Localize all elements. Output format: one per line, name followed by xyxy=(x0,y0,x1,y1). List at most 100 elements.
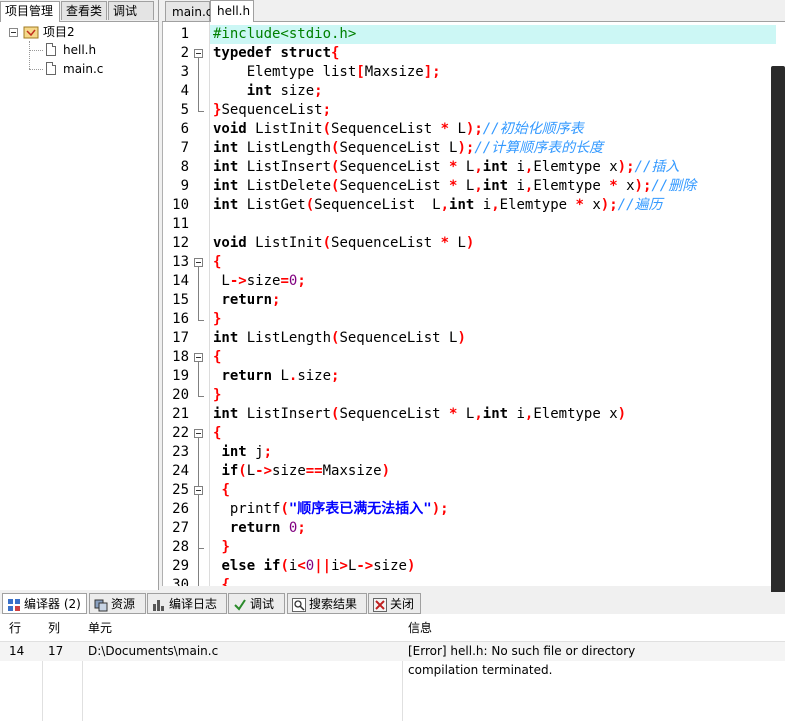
tab-project-manager[interactable]: 项目管理 xyxy=(0,1,60,22)
code-line[interactable]: int ListInsert(SequenceList * L,int i,El… xyxy=(213,158,679,177)
line-number: 11 xyxy=(172,216,189,232)
vertical-scrollbar[interactable] xyxy=(771,66,785,599)
tab-class-view[interactable]: 查看类 xyxy=(61,1,107,20)
code-token: L xyxy=(457,178,475,194)
code-line[interactable]: int ListGet(SequenceList L,int i,Elemtyp… xyxy=(213,196,663,215)
code-token: ListInit xyxy=(246,121,323,137)
code-line[interactable]: #include<stdio.h> xyxy=(213,25,356,44)
code-token: -> xyxy=(229,273,247,289)
fold-toggle-icon[interactable] xyxy=(194,258,203,267)
fold-toggle-icon[interactable] xyxy=(194,486,203,495)
col-header-unit[interactable]: 单元 xyxy=(88,614,112,642)
code-token: { xyxy=(221,577,230,586)
tab-compiler[interactable]: 编译器 (2) xyxy=(2,593,87,614)
col-header-column[interactable]: 列 xyxy=(48,614,60,642)
col-header-info[interactable]: 信息 xyxy=(408,614,432,642)
code-token: } xyxy=(213,311,222,327)
checkmark-icon xyxy=(233,598,247,612)
code-line[interactable]: { xyxy=(213,253,221,272)
code-line[interactable]: L->size=0; xyxy=(213,272,305,291)
code-token: int xyxy=(213,330,239,346)
tab-debug-left[interactable]: 调试 xyxy=(108,1,154,20)
code-token: ListInit xyxy=(246,235,323,251)
code-line[interactable]: if(L->size==Maxsize) xyxy=(213,462,390,481)
tab-hell-h[interactable]: hell.h xyxy=(210,0,254,22)
tab-close[interactable]: 关闭 xyxy=(368,593,421,614)
code-line[interactable]: int ListInsert(SequenceList * L,int i,El… xyxy=(213,405,626,424)
code-token: size xyxy=(246,273,281,289)
tree-project-label[interactable]: 项目2 xyxy=(43,23,75,41)
code-line[interactable]: void ListInit(SequenceList * L) xyxy=(213,234,474,253)
code-line[interactable]: { xyxy=(213,576,230,586)
fold-guide xyxy=(198,495,199,586)
code-token: int xyxy=(449,197,475,213)
tab-main-c[interactable]: main.c xyxy=(165,1,212,21)
bar-chart-icon xyxy=(152,598,166,612)
tree-file-hell-h[interactable]: hell.h xyxy=(63,41,96,59)
code-token: == xyxy=(305,463,323,479)
code-token: -> xyxy=(356,558,374,574)
code-line[interactable]: return 0; xyxy=(213,519,306,538)
code-token: return xyxy=(221,292,273,308)
line-number: 14 xyxy=(172,273,189,289)
code-line[interactable]: printf("顺序表已满无法插入"); xyxy=(213,500,449,519)
code-token: } xyxy=(221,539,230,555)
code-token: int xyxy=(482,178,509,194)
code-line[interactable]: int ListLength(SequenceList L);//计算顺序表的长… xyxy=(213,139,603,158)
tab-compile-log[interactable]: 编译日志 xyxy=(147,593,227,614)
line-number: 13 xyxy=(172,254,189,270)
line-number: 22 xyxy=(172,425,189,441)
code-line[interactable]: Elemtype list[Maxsize]; xyxy=(213,63,441,82)
code-line[interactable]: } xyxy=(213,386,221,405)
line-number: 12 xyxy=(172,235,189,251)
code-line[interactable]: return L.size; xyxy=(213,367,339,386)
code-line[interactable]: else if(i<0||i>L->size) xyxy=(213,557,415,576)
message-info: compilation terminated. xyxy=(408,663,553,677)
code-token: size xyxy=(373,558,407,574)
code-line[interactable]: } xyxy=(213,538,230,557)
line-number: 3 xyxy=(180,64,189,80)
message-row[interactable]: 14 17 D:\Documents\main.c [Error] hell.h… xyxy=(0,642,785,661)
code-token: SequenceList xyxy=(339,406,450,422)
code-line[interactable]: int ListLength(SequenceList L) xyxy=(213,329,466,348)
code-line[interactable]: { xyxy=(213,481,229,500)
code-token: , xyxy=(474,406,483,422)
code-token: ) xyxy=(381,463,391,479)
collapse-toggle-icon[interactable] xyxy=(9,28,18,37)
fold-toggle-icon[interactable] xyxy=(194,353,203,362)
code-token: if xyxy=(263,558,281,574)
code-line[interactable]: { xyxy=(213,348,221,367)
tree-connector xyxy=(29,41,30,69)
col-header-line[interactable]: 行 xyxy=(9,614,21,642)
code-token: ); xyxy=(617,159,635,175)
tree-file-main-c[interactable]: main.c xyxy=(63,60,103,78)
code-line[interactable]: return; xyxy=(213,291,280,310)
code-line[interactable]: int ListDelete(SequenceList * L,int i,El… xyxy=(213,177,696,196)
line-number-gutter: 1 2 3 4 5 6 7 8 9 10 11 12 13 14 15 16 17 18 19 20 21 22 23 24 2… xyxy=(163,22,210,586)
tab-debug[interactable]: 调试 xyxy=(228,593,285,614)
code-line[interactable]: void ListInit(SequenceList * L);//初始化顺序表 xyxy=(213,120,584,139)
code-line[interactable]: }SequenceList; xyxy=(213,101,331,120)
line-number: 7 xyxy=(180,140,189,156)
code-line[interactable]: int j; xyxy=(213,443,272,462)
code-token: || xyxy=(314,558,332,574)
line-number: 18 xyxy=(172,349,189,365)
code-line[interactable]: { xyxy=(213,424,221,443)
message-info: [Error] hell.h: No such file or director… xyxy=(408,644,636,658)
code-line[interactable]: } xyxy=(213,310,221,329)
fold-toggle-icon[interactable] xyxy=(194,429,203,438)
code-editor[interactable]: 1 2 3 4 5 6 7 8 9 10 11 12 13 14 15 16 17 18 19 20 21 22 23 24 2… xyxy=(162,22,785,586)
message-row[interactable]: compilation terminated. xyxy=(0,661,785,680)
project-icon xyxy=(23,26,39,39)
code-token: ); xyxy=(634,178,652,194)
tree-connector xyxy=(29,50,43,51)
code-token: else xyxy=(221,558,256,574)
code-line[interactable]: int size; xyxy=(213,82,323,101)
fold-toggle-icon[interactable] xyxy=(194,49,203,58)
code-token: -> xyxy=(255,463,273,479)
tab-resources[interactable]: 资源 xyxy=(89,593,146,614)
code-token: i xyxy=(508,406,525,422)
code-line[interactable]: typedef struct{ xyxy=(213,44,339,63)
code-token: size xyxy=(297,368,332,384)
tab-search-results[interactable]: 搜索结果 xyxy=(287,593,367,614)
